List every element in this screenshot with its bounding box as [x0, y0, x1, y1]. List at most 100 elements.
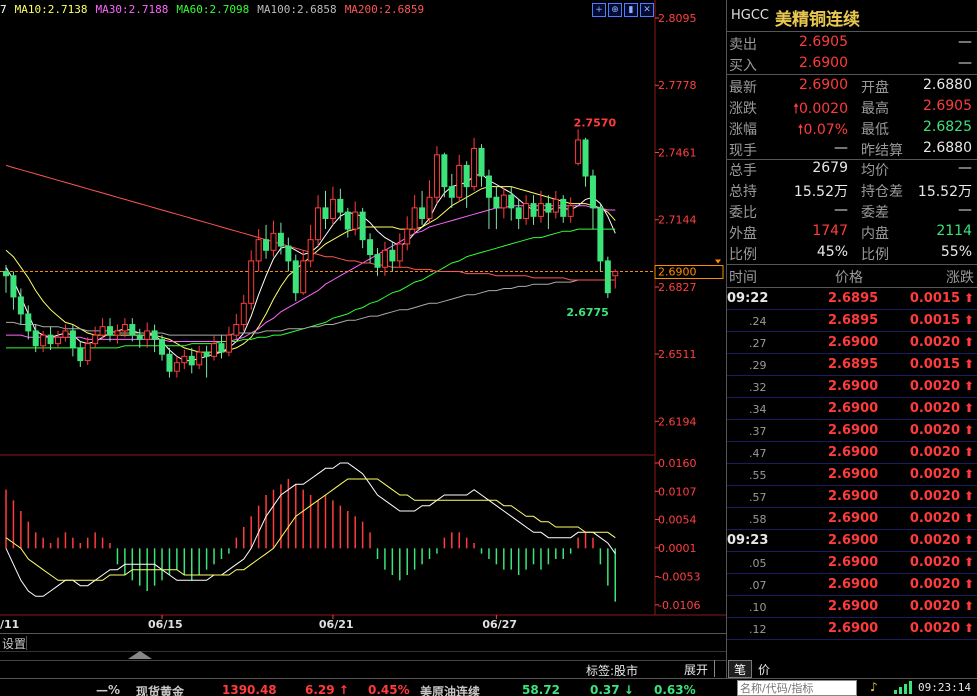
tick-price: 2.6900	[828, 511, 879, 526]
candle-body	[426, 196, 433, 219]
tick-price: 2.6900	[828, 533, 879, 548]
tick-price: 2.6900	[828, 577, 879, 592]
low-label: 2.6775	[566, 306, 608, 319]
expand-button[interactable]: 展开	[684, 661, 708, 678]
candle-body	[3, 271, 9, 277]
quote-value: 2.6905	[923, 98, 972, 114]
ma-legend-item: MA100:2.6858	[257, 3, 337, 16]
ticker-bar: —% 现货黄金 1390.48 6.29 ↑ 0.45% 美原油连续 58.72 0.37 ↓…	[0, 678, 977, 696]
bell-icon[interactable]: ♪	[870, 680, 878, 694]
tick-price: 2.6900	[828, 489, 879, 504]
ticker-item[interactable]: 1390.48	[222, 683, 277, 696]
zoom-icon[interactable]: ⊕	[608, 3, 622, 17]
quote-label: 昨结算	[861, 143, 903, 159]
quote-panel: HGCC 美精铜连续 卖出 2.6905 — 买入 2.6900 — 最新 2.6900 开盘 2…	[726, 0, 977, 678]
quote-label: 最新	[729, 80, 757, 96]
candle-body	[248, 260, 255, 304]
ticker-item[interactable]: 0.63%	[654, 683, 696, 696]
tick-time: .12	[749, 623, 767, 636]
kline-chart[interactable]: 2.8095 2.7778 2.7461 2.7144 2.6827 2.6511 2.61…	[0, 0, 726, 633]
cross-icon[interactable]: +	[592, 3, 606, 17]
ticker-item[interactable]: —%	[96, 683, 120, 696]
quote-value: —	[958, 202, 972, 218]
collapse-arrow-icon[interactable]	[128, 651, 152, 659]
quote-value: —	[958, 34, 972, 50]
tag-label[interactable]: 标签:股市	[586, 662, 638, 679]
close-icon[interactable]: ✕	[640, 3, 654, 17]
quote-value: —	[958, 160, 972, 176]
tick-time: .29	[749, 359, 767, 372]
quote-label: 现手	[729, 143, 757, 159]
candle-body	[255, 239, 262, 262]
kline-chart-area[interactable]: 2.8095 2.7778 2.7461 2.7144 2.6827 2.6511 2.61…	[0, 0, 726, 633]
candle-body	[307, 239, 314, 262]
ma-legend-item: MA30:2.7188	[95, 3, 169, 16]
quote-value: 2.6900	[799, 77, 848, 93]
tick-header-price: 价格	[835, 270, 863, 286]
candle-body	[367, 239, 374, 256]
arrow-up-icon: ⬆	[963, 467, 974, 481]
chart-toolbar: + ⊕ ▮ ✕	[592, 3, 654, 19]
candle-body	[500, 194, 507, 209]
quote-value: 55%	[940, 244, 972, 260]
arrow-up-icon: ⬆	[963, 291, 974, 305]
quote-row: 委比 — 委差 —	[727, 200, 977, 221]
divider	[714, 660, 726, 677]
candle-body	[374, 254, 381, 268]
candle-body	[233, 324, 240, 336]
tick-row: .29 2.6895 0.0015 ⬆	[727, 354, 977, 376]
tab-pen[interactable]: 笔	[728, 660, 752, 678]
tab-price[interactable]: 价	[758, 661, 770, 678]
quote-label: 开盘	[861, 80, 889, 96]
arrow-up-icon: ⬆	[963, 621, 974, 635]
tick-change: 0.0015	[909, 291, 960, 306]
candle-body	[560, 198, 567, 217]
candle-body	[84, 343, 91, 362]
candle-body	[263, 239, 270, 251]
tick-time: .58	[749, 513, 767, 526]
divider	[26, 636, 27, 650]
tick-change: 0.0020	[909, 511, 960, 526]
tick-change: 0.0020	[909, 379, 960, 394]
candle-body	[589, 175, 596, 209]
candle-body	[515, 207, 522, 219]
tick-row: .55 2.6900 0.0020 ⬆	[727, 464, 977, 486]
tick-change: 0.0020	[909, 555, 960, 570]
candle-body	[604, 260, 611, 294]
candle-body	[62, 330, 69, 338]
search-input[interactable]	[737, 680, 857, 696]
arrow-up-icon: ⬆	[963, 533, 974, 547]
ticker-item[interactable]: 58.72	[522, 683, 560, 696]
quote-label: 持仓差	[861, 184, 903, 200]
candle-body	[159, 338, 166, 355]
tick-row: .32 2.6900 0.0020 ⬆	[727, 376, 977, 398]
candle-body	[344, 211, 351, 230]
bar-icon[interactable]: ▮	[624, 3, 638, 17]
tick-change: 0.0020	[909, 533, 960, 548]
quote-row: 总手 2679 均价 —	[727, 158, 977, 179]
candle-body	[203, 351, 210, 357]
quote-value: 2679	[812, 160, 848, 176]
macd-tick-label: 0.0107	[658, 485, 697, 498]
quote-row: 卖出 2.6905 —	[727, 32, 977, 53]
ticker-item[interactable]: 0.45%	[368, 683, 410, 696]
price-tick-label: 2.6194	[658, 415, 697, 428]
candle-body	[114, 330, 121, 336]
candle-body	[329, 198, 336, 219]
tick-row: .34 2.6900 0.0020 ⬆	[727, 398, 977, 420]
tick-time: .07	[749, 579, 767, 592]
settings-button[interactable]: 设置	[2, 635, 26, 652]
ticker-item[interactable]: 现货黄金	[136, 683, 184, 696]
ticker-item[interactable]: 0.37 ↓	[590, 683, 634, 696]
quote-label: 买入	[729, 58, 757, 74]
candle-body	[404, 228, 411, 245]
candle-body	[582, 139, 589, 177]
ticker-item[interactable]: 美原油连续	[420, 683, 480, 696]
quote-row: 外盘 1747 内盘 2114	[727, 221, 977, 242]
tick-time: .47	[749, 447, 767, 460]
candle-body	[448, 186, 455, 198]
ticker-item[interactable]: 6.29 ↑	[305, 683, 349, 696]
quote-value: 2.6880	[923, 77, 972, 93]
candle-body	[196, 351, 203, 366]
quote-row: 涨跌 🠕0.0020 最高 2.6905	[727, 96, 977, 117]
